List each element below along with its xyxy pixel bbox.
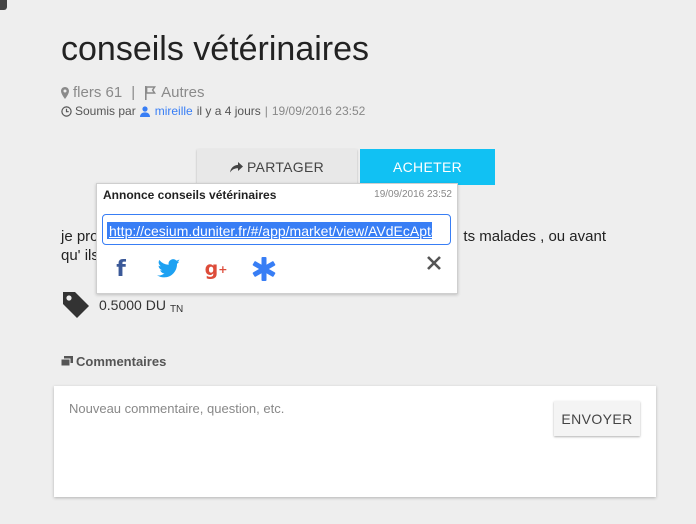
chat-bubbles-icon <box>61 356 73 367</box>
separator: | <box>131 84 136 101</box>
submitted-by-label: Soumis par <box>75 104 136 118</box>
tag-icon <box>63 292 89 318</box>
description-line1-start: je pro <box>61 228 99 245</box>
description-line1-end: ts malades , ou avant <box>463 228 606 245</box>
location-text: flers 61 <box>73 84 123 101</box>
date-separator: | <box>264 104 268 118</box>
listing-age: il y a 4 jours <box>196 104 261 118</box>
listing-location-category: flers 61 | Autres <box>61 84 204 101</box>
buy-button-label: ACHETER <box>393 159 462 175</box>
comment-input[interactable] <box>69 401 529 481</box>
google-plus-icon[interactable]: g + <box>203 256 229 282</box>
page-title: conseils vétérinaires <box>61 30 370 68</box>
listing-date: 19/09/2016 23:52 <box>271 104 366 118</box>
share-url-field[interactable]: http://cesium.duniter.fr/#/app/market/vi… <box>102 214 451 245</box>
price-amount: 0.5000 DU <box>99 297 166 313</box>
author-link[interactable]: mireille <box>139 104 193 118</box>
share-arrow-icon <box>229 161 243 172</box>
share-popover-title: Annonce conseils vétérinaires <box>103 188 277 202</box>
facebook-icon[interactable]: f <box>108 256 134 282</box>
price: 0.5000 DU TN <box>61 290 183 320</box>
corner-tab <box>0 0 7 10</box>
clock-icon <box>61 105 72 117</box>
share-popover-date: 19/09/2016 23:52 <box>374 189 452 200</box>
comment-form: ENVOYER <box>54 386 656 497</box>
twitter-icon[interactable] <box>156 256 182 282</box>
send-button[interactable]: ENVOYER <box>554 401 640 436</box>
share-button[interactable]: PARTAGER <box>197 149 357 185</box>
map-marker-icon <box>61 86 69 99</box>
category-text: Autres <box>161 84 205 101</box>
flag-icon <box>145 85 157 100</box>
comments-heading-text: Commentaires <box>76 354 167 369</box>
comments-heading: Commentaires <box>61 354 166 369</box>
asterisk-icon[interactable] <box>251 256 277 282</box>
share-icons-row: f g + <box>97 252 457 284</box>
share-popover: Annonce conseils vétérinaires 19/09/2016… <box>96 183 458 294</box>
price-unit: TN <box>169 303 184 315</box>
person-icon <box>139 105 150 117</box>
share-url-text: http://cesium.duniter.fr/#/app/market/vi… <box>109 223 432 239</box>
close-icon[interactable] <box>421 250 447 276</box>
author-name: mireille <box>154 104 193 118</box>
buy-button[interactable]: ACHETER <box>360 149 495 185</box>
share-button-label: PARTAGER <box>246 159 325 175</box>
listing-submission-info: Soumis par mireille il y a 4 jours | 19/… <box>61 104 365 118</box>
